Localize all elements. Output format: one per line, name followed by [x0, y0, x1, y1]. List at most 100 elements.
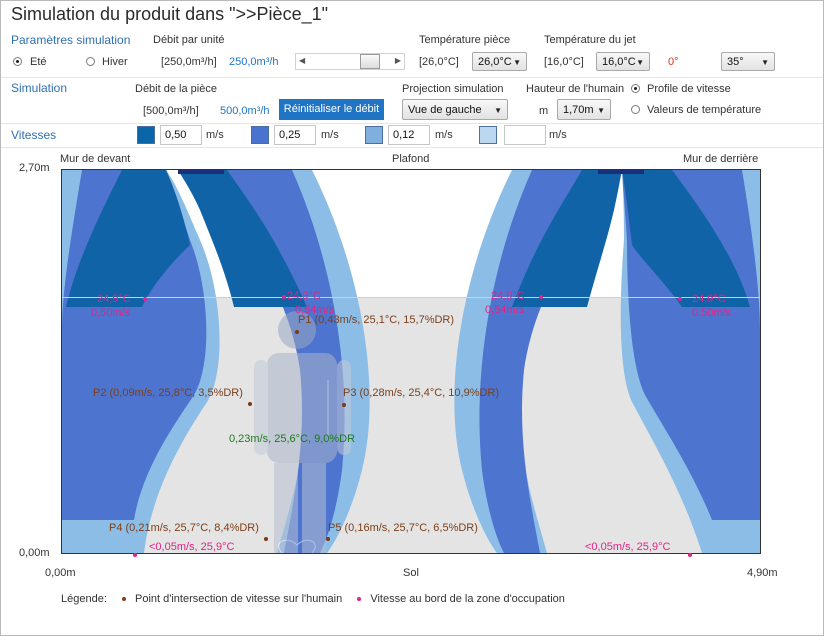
projection-dropdown[interactable]: Vue de gauche ▼	[402, 99, 508, 120]
diffuser-right	[598, 170, 644, 174]
season-hiver-label[interactable]: Hiver	[102, 56, 128, 68]
point-p4-label: P4 (0,21m/s, 25,7°C, 8,4%DR)	[109, 522, 259, 534]
reset-debit-button[interactable]: Réinitialiser le débit	[279, 99, 384, 120]
edge-vel-midright: 0,54m/s	[485, 304, 525, 316]
hauteur-unit: m	[539, 105, 549, 117]
season-hiver-radio[interactable]	[86, 57, 95, 66]
velocity-input-2[interactable]: 0,25	[274, 125, 316, 145]
legend-dot-edge	[357, 597, 362, 602]
room-temp-range: [26,0°C]	[419, 56, 459, 68]
chevron-down-icon: ▼	[597, 106, 605, 115]
edge-temp-right: 24,9°C	[692, 293, 726, 305]
wall-back-label: Mur de derrière	[683, 153, 759, 165]
debit-piece-range: [500,0m³/h]	[143, 105, 199, 117]
row-divider	[1, 77, 823, 78]
season-ete-radio[interactable]	[13, 57, 22, 66]
point-p1-label: P1 (0,43m/s, 25,1°C, 15,7%DR)	[298, 314, 455, 326]
velocity-unit-1: m/s	[206, 129, 224, 141]
projection-value: Vue de gauche	[408, 104, 482, 116]
hauteur-dropdown[interactable]: 1,70m ▼	[557, 99, 611, 120]
airflow-profile-svg	[62, 170, 760, 553]
x-axis-right-label: 4,90m	[747, 567, 778, 579]
wall-front-label: Mur de devant	[60, 153, 131, 165]
legend-dot-intersection	[121, 597, 126, 602]
y-axis-bottom-label: 0,00m	[19, 547, 50, 559]
slider-right-arrow-icon[interactable]: ▶	[395, 56, 401, 65]
chevron-down-icon: ▼	[494, 106, 502, 115]
profil-vitesse-label[interactable]: Profile de vitesse	[647, 83, 731, 95]
velocity-unit-4: m/s	[549, 129, 567, 141]
floor-label-left: <0,05m/s, 25,9°C	[149, 541, 235, 553]
debit-slider[interactable]: ◀ ▶	[295, 53, 405, 70]
point-p4	[264, 537, 268, 541]
occupancy-zone-top	[62, 297, 760, 298]
legend: Légende: Point d'intersection de vitesse…	[61, 593, 565, 605]
velocity-swatch-3	[365, 126, 383, 144]
jet-temp-dropdown[interactable]: 16,0°C ▼	[596, 52, 650, 71]
point-p3	[342, 403, 346, 407]
legend-item-edge: Vitesse au bord de la zone d'occupation	[370, 593, 565, 605]
floor-label-right: <0,05m/s, 25,9°C	[585, 541, 671, 553]
point-p1	[295, 330, 299, 334]
chevron-down-icon: ▼	[761, 58, 769, 67]
angle-value: 35°	[727, 56, 744, 68]
velocity-input-4[interactable]	[504, 125, 546, 145]
debit-slider-thumb[interactable]	[359, 54, 380, 69]
simulation-plot: 24,9°C 0,50m/s 24,9°C 0,54m/s 24,9°C 0,5…	[61, 169, 761, 557]
legend-item-intersection: Point d'intersection de vitesse sur l'hu…	[135, 593, 343, 605]
diffuser-left	[178, 170, 224, 174]
angle-dropdown[interactable]: 35° ▼	[721, 52, 775, 71]
edge-temp-midleft: 24,9°C	[287, 290, 321, 302]
debit-value: 250,0m³/h	[229, 56, 279, 68]
window-title: Simulation du produit dans ">>Pièce_1"	[11, 4, 328, 24]
ceiling-label: Plafond	[392, 153, 430, 165]
jet-temp-value: 16,0°C	[602, 56, 636, 68]
room-temp-value: 26,0°C	[478, 56, 512, 68]
season-ete-label[interactable]: Eté	[30, 56, 47, 68]
velocity-unit-3: m/s	[435, 129, 453, 141]
floor-point-left	[133, 553, 137, 557]
point-p3-label: P3 (0,28m/s, 25,4°C, 10,9%DR)	[343, 387, 500, 399]
chevron-down-icon: ▼	[513, 58, 521, 67]
edge-vel-right: 0,50m/s	[692, 307, 732, 319]
projection-label: Projection simulation	[402, 83, 504, 95]
edge-point-left	[143, 297, 147, 301]
velocity-swatch-1	[137, 126, 155, 144]
edge-temp-midright: 24,9°C	[491, 290, 525, 302]
jet-temp-range: [16,0°C]	[544, 56, 584, 68]
slider-left-arrow-icon[interactable]: ◀	[299, 56, 305, 65]
hauteur-value: 1,70m	[563, 104, 594, 116]
edge-vel-left: 0,50m/s	[91, 307, 131, 319]
simulation-section-label: Simulation	[11, 81, 68, 95]
angle-red-value: 0°	[668, 56, 679, 68]
edge-point-midleft	[282, 295, 286, 299]
point-p2-label: P2 (0,09m/s, 25,8°C, 3,5%DR)	[93, 387, 243, 399]
velocity-swatch-2	[251, 126, 269, 144]
edge-temp-left: 24,9°C	[97, 293, 131, 305]
row-divider	[1, 123, 823, 124]
room-temp-label: Température pièce	[419, 34, 511, 46]
velocity-unit-2: m/s	[321, 129, 339, 141]
valeurs-temperature-radio[interactable]	[631, 105, 640, 114]
x-axis-center-label: Sol	[403, 567, 419, 579]
profil-vitesse-radio[interactable]	[631, 84, 640, 93]
vitesses-section-label: Vitesses	[11, 128, 57, 142]
jet-temp-label: Température du jet	[544, 34, 636, 46]
simulation-window: Simulation du produit dans ">>Pièce_1" P…	[0, 0, 824, 636]
y-axis-top-label: 2,70m	[19, 162, 50, 174]
debit-piece-label: Débit de la pièce	[135, 83, 217, 95]
point-p5-label: P5 (0,16m/s, 25,7°C, 6,5%DR)	[328, 522, 478, 534]
debit-piece-value: 500,0m³/h	[220, 105, 270, 117]
room-temp-dropdown[interactable]: 26,0°C ▼	[472, 52, 527, 71]
velocity-input-3[interactable]: 0,12	[388, 125, 430, 145]
edge-point-right	[678, 297, 682, 301]
center-label: 0,23m/s, 25,6°C, 9,0%DR	[229, 433, 356, 445]
floor-point-right	[688, 553, 692, 557]
legend-title: Légende:	[61, 593, 107, 605]
debit-range: [250,0m³/h]	[161, 56, 217, 68]
hauteur-label: Hauteur de l'humain	[526, 83, 625, 95]
valeurs-temperature-label[interactable]: Valeurs de température	[647, 104, 761, 116]
debit-label: Débit par unité	[153, 34, 225, 46]
point-p2	[248, 402, 252, 406]
velocity-input-1[interactable]: 0,50	[160, 125, 202, 145]
